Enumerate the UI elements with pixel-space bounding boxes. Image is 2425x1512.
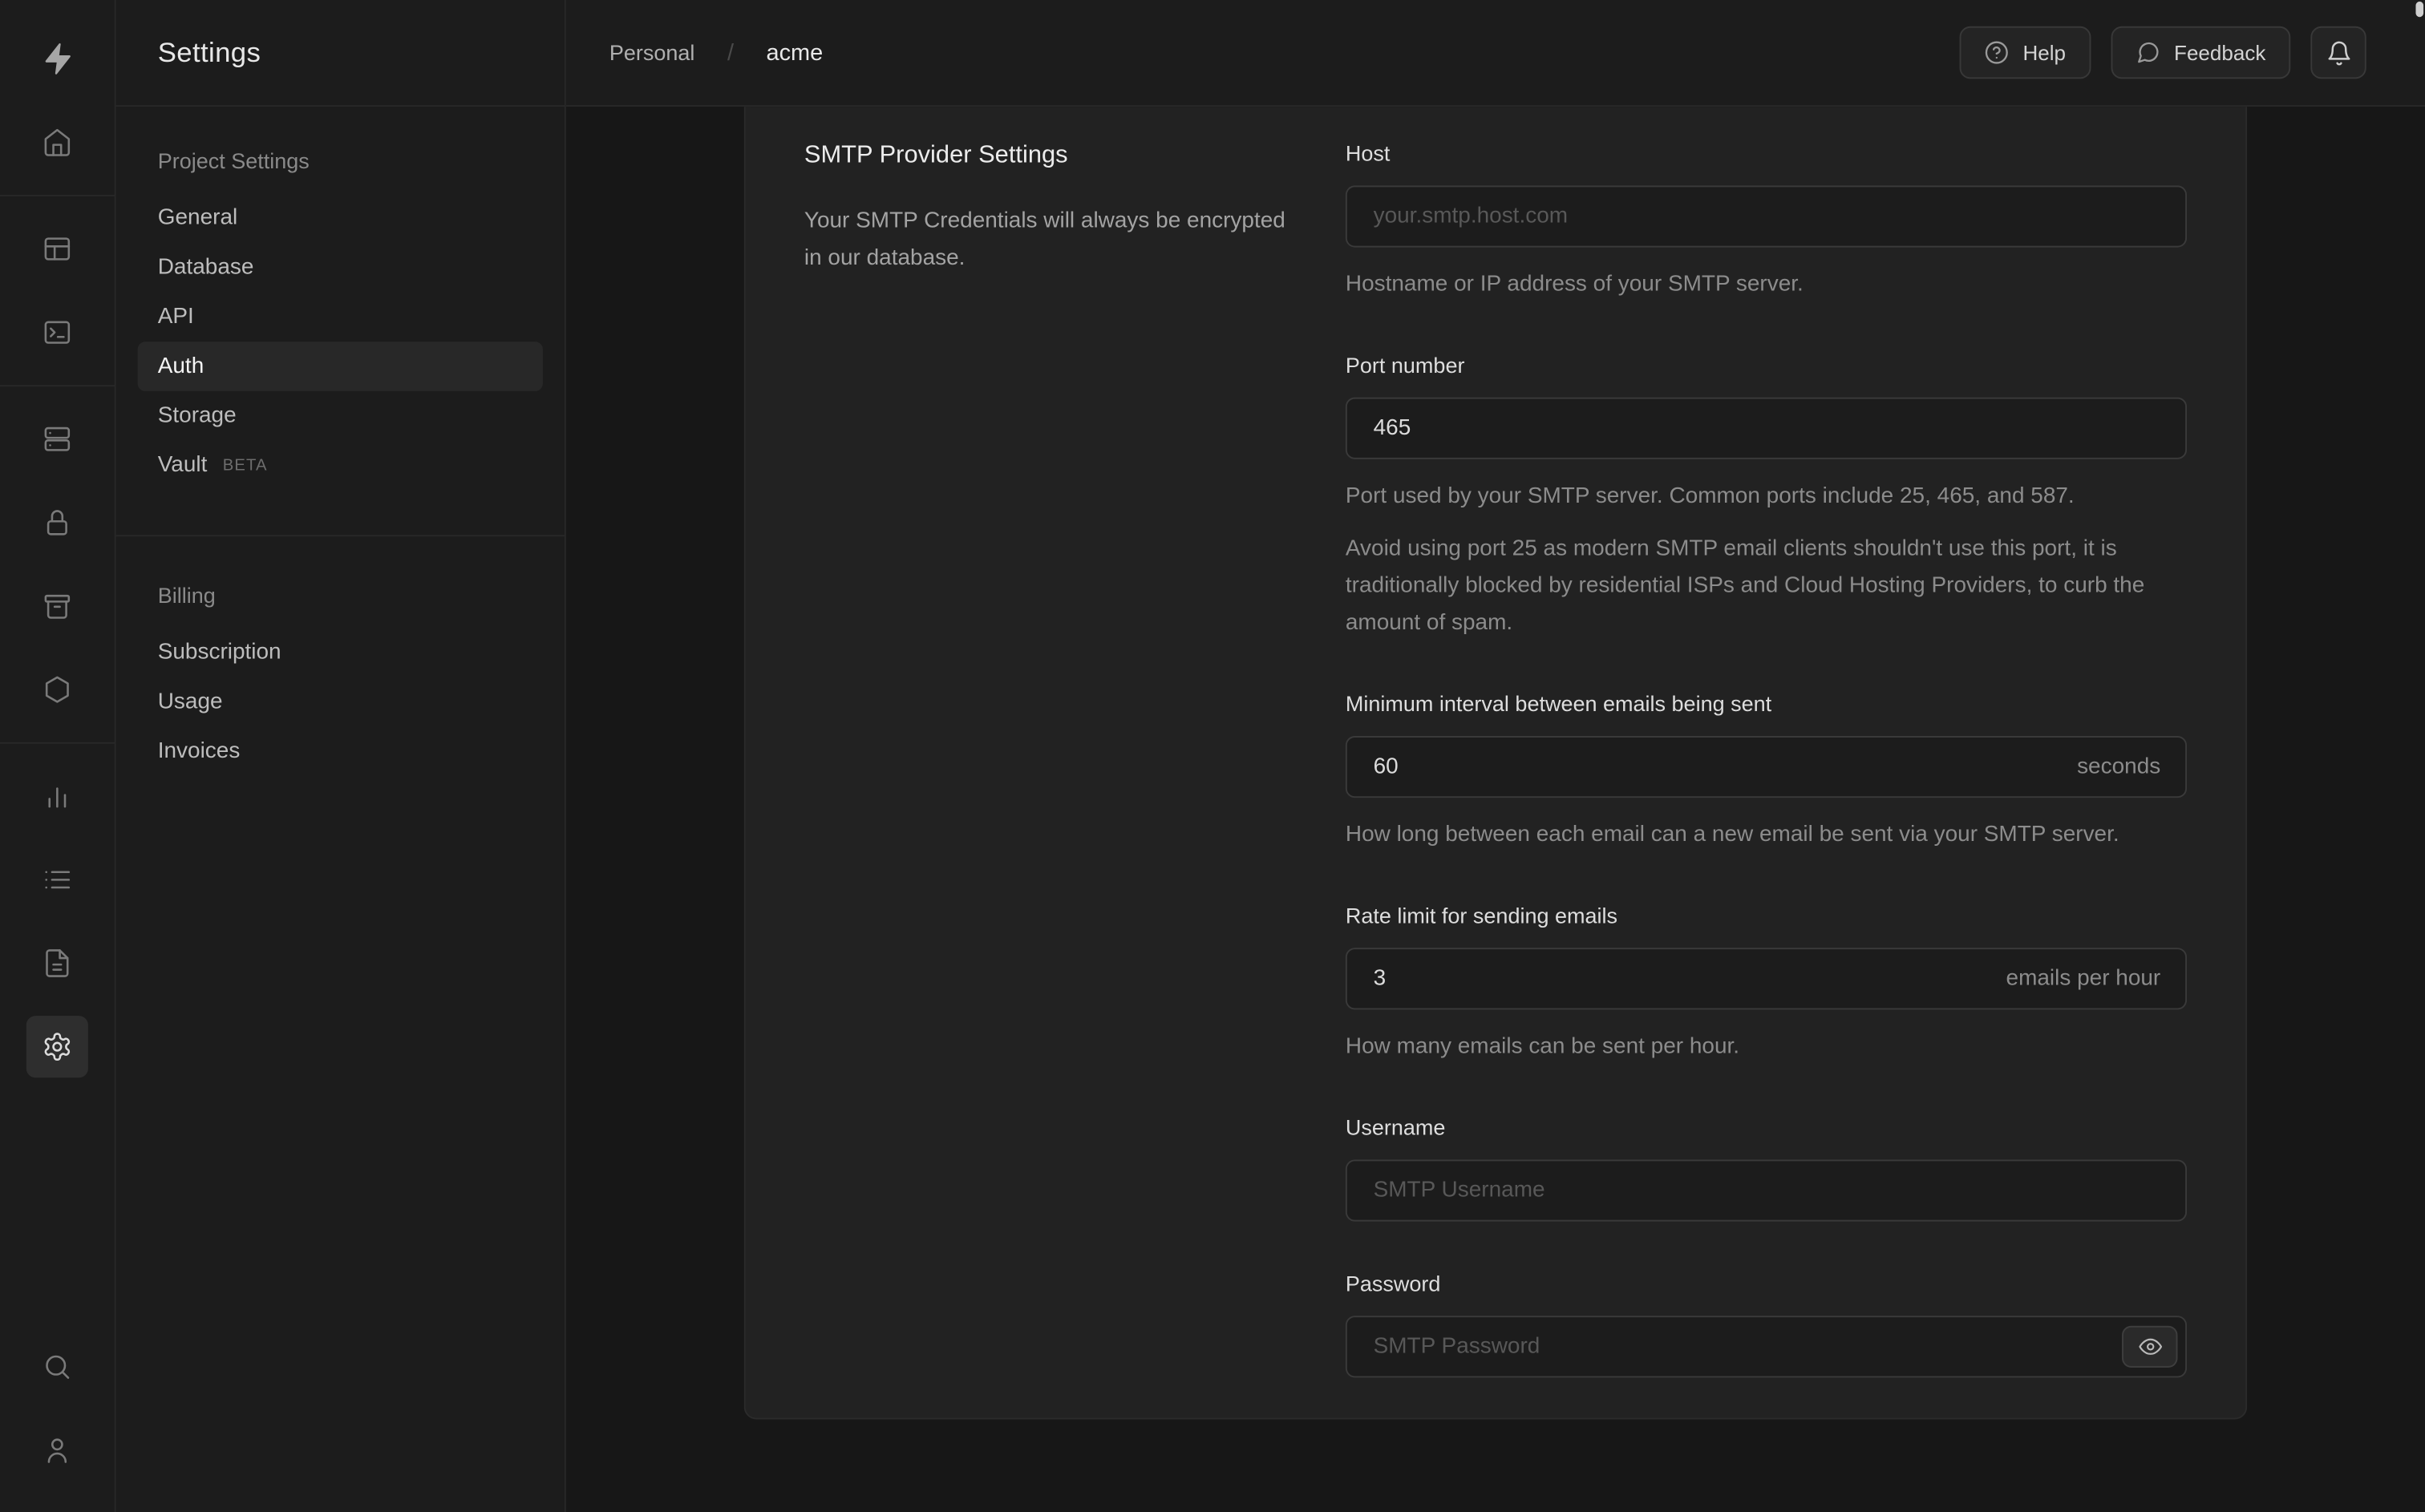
help-circle-icon [1984,40,2009,65]
sidebar-item-label: General [157,205,238,231]
sidebar-item-auth[interactable]: Auth [137,342,543,391]
section-label-project-settings: Project Settings [157,148,310,174]
eye-icon [2138,1335,2162,1358]
interval-help: How long between each email can a new em… [1345,823,2119,847]
settings-nav: Project Settings General Database API Au… [115,107,565,776]
port-note: Avoid using port 25 as modern SMTP email… [1345,536,2145,636]
sidebar-item-vault[interactable]: Vault BETA [138,441,543,491]
smtp-settings-panel: SMTP Provider Settings Your SMTP Credent… [743,107,2248,1420]
viewport: Settings Project Settings General Databa… [0,0,2425,1512]
top-bar: Personal / acme Help Feedback [565,0,2425,107]
username-input[interactable] [1345,1159,2188,1222]
sidebar-item-api[interactable]: API [138,293,543,342]
host-help: Hostname or IP address of your SMTP serv… [1345,272,1804,297]
smtp-form: Host Hostname or IP address of your SMTP… [1345,138,2188,1378]
supabase-logo-icon[interactable] [26,28,88,90]
beta-badge: BETA [222,455,268,475]
feedback-button-label: Feedback [2174,41,2266,65]
breadcrumb-separator: / [727,39,735,66]
storage-icon[interactable] [26,575,88,637]
user-icon[interactable] [26,1419,88,1481]
field-rate-limit: Rate limit for sending emails emails per… [1345,900,2188,1065]
sidebar-item-label: Database [157,255,254,281]
password-input[interactable] [1345,1316,2188,1378]
sidebar-header: Settings [115,0,565,107]
sidebar-item-label: Invoices [157,738,241,764]
database-icon[interactable] [26,408,88,470]
rail-divider [0,195,115,196]
table-editor-icon[interactable] [26,218,88,280]
help-button[interactable]: Help [1959,26,2091,79]
host-input[interactable] [1345,185,2188,248]
feedback-bubble-icon [2136,40,2160,65]
notifications-button[interactable] [2310,26,2366,79]
scrollbar-thumb[interactable] [2415,1,2424,18]
topbar-actions: Help Feedback [1959,26,2366,79]
breadcrumb-org[interactable]: Personal [609,40,695,65]
rail-divider [0,742,115,744]
search-icon[interactable] [26,1336,88,1397]
port-input[interactable] [1345,397,2188,459]
reveal-password-button[interactable] [2122,1325,2178,1368]
sql-editor-icon[interactable] [26,301,88,363]
panel-description: Your SMTP Credentials will always be enc… [804,208,1285,271]
breadcrumb-project[interactable]: acme [767,39,824,66]
authentication-icon[interactable] [26,491,88,553]
sidebar-item-label: Subscription [157,640,281,665]
sidebar-item-label: Usage [157,689,223,715]
field-username: Username [1345,1112,2188,1222]
sidebar-item-subscription[interactable]: Subscription [138,628,543,677]
field-password: Password [1345,1267,2188,1378]
rate-limit-label: Rate limit for sending emails [1345,903,1618,928]
rate-limit-help: How many emails can be sent per hour. [1345,1034,1740,1060]
edge-functions-icon[interactable] [26,659,88,721]
field-port: Port number Port used by your SMTP serve… [1345,350,2188,642]
port-help: Port used by your SMTP server. Common po… [1345,483,2075,509]
sidebar-item-label: Vault [157,453,208,478]
home-icon[interactable] [26,111,88,173]
settings-icon[interactable] [26,1016,88,1078]
sidebar-item-invoices[interactable]: Invoices [138,726,543,776]
sidebar-item-usage[interactable]: Usage [138,677,543,727]
icon-rail [0,0,116,1512]
logs-icon[interactable] [26,849,88,911]
api-docs-icon[interactable] [26,932,88,994]
help-button-label: Help [2022,41,2067,65]
page-title: Settings [157,36,261,67]
rate-limit-input[interactable] [1345,948,2188,1010]
sidebar-item-storage[interactable]: Storage [138,391,543,441]
app-window: Settings Project Settings General Databa… [0,0,2425,1512]
port-label: Port number [1345,352,1465,378]
panel-title: SMTP Provider Settings [804,142,1068,169]
sidebar-item-database[interactable]: Database [138,243,543,293]
password-label: Password [1345,1271,1441,1296]
sidebar-item-label: Auth [157,354,204,379]
rail-divider [0,385,115,387]
bell-icon [2326,39,2352,66]
sidebar-divider [115,535,565,537]
field-minimum-interval: Minimum interval between emails being se… [1345,688,2188,853]
interval-label: Minimum interval between emails being se… [1345,691,1772,716]
sidebar-item-general[interactable]: General [138,193,543,243]
feedback-button[interactable]: Feedback [2110,26,2291,79]
section-label-billing: Billing [157,583,216,608]
interval-input[interactable] [1345,736,2188,798]
reports-icon[interactable] [26,766,88,827]
username-label: Username [1345,1114,1446,1140]
panel-description-column: SMTP Provider Settings Your SMTP Credent… [804,138,1346,1378]
content-area: SMTP Provider Settings Your SMTP Credent… [565,107,2425,1512]
sidebar-item-label: Storage [157,403,237,429]
host-label: Host [1345,140,1391,166]
settings-sidebar: Settings Project Settings General Databa… [115,0,566,1512]
field-host: Host Hostname or IP address of your SMTP… [1345,138,2188,303]
sidebar-item-label: API [157,304,194,329]
main-area: Personal / acme Help Feedback SMTP Provi… [565,0,2425,1512]
